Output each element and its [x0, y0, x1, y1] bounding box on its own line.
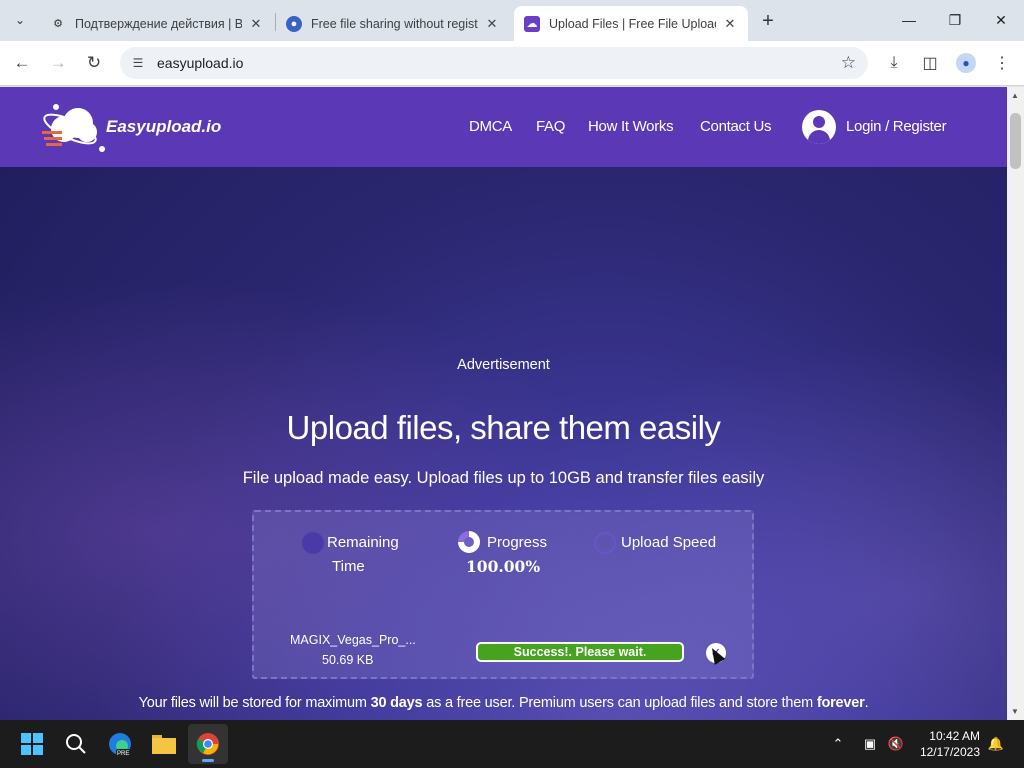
storage-days: 30 days — [370, 695, 423, 711]
download-icon[interactable]: ⤓ — [881, 50, 907, 76]
svg-text:PRE: PRE — [117, 751, 129, 757]
storage-note-text-2: as a free user. Premium users can upload… — [422, 695, 817, 711]
back-arrow-icon[interactable]: ← — [8, 49, 36, 77]
clock-time[interactable]: 10:42 AM — [910, 729, 980, 743]
address-bar[interactable]: ☰ easyupload.io ☆ — [120, 47, 868, 79]
browser-tab-strip: ⌄ ⚙ Подтверждение действия | BL ✕ ● Free… — [0, 0, 1024, 41]
storage-note-text: Your files will be stored for maximum — [138, 695, 371, 711]
minimize-icon[interactable]: — — [886, 0, 932, 40]
speed-gauge-icon — [594, 532, 616, 554]
search-icon[interactable] — [56, 724, 96, 764]
storage-forever: forever — [816, 695, 865, 711]
new-tab-plus-icon[interactable]: + — [756, 9, 780, 33]
chevron-up-icon[interactable]: ⌃ — [828, 734, 848, 754]
profile-avatar-icon[interactable]: ● — [953, 50, 979, 76]
user-avatar-icon[interactable] — [802, 110, 836, 144]
notification-bell-icon[interactable]: 🔔 — [986, 734, 1006, 754]
progress-value: 100.00% — [466, 557, 541, 576]
clock-icon — [302, 532, 324, 554]
site-header: Easyupload.io DMCA FAQ How It Works Cont… — [0, 87, 1007, 167]
restore-icon[interactable]: ❐ — [932, 0, 978, 40]
volume-muted-icon[interactable]: 🔇 — [886, 734, 906, 754]
side-panel-icon[interactable]: ◫ — [917, 50, 943, 76]
easyupload-favicon-icon: ☁ — [524, 15, 540, 32]
url-text[interactable]: easyupload.io — [157, 55, 243, 71]
active-app-indicator — [202, 759, 214, 762]
tool-favicon-icon: ⚙ — [53, 18, 63, 30]
site-settings-icon[interactable]: ☰ — [130, 55, 146, 71]
upload-status-bar: Success!. Please wait. — [476, 642, 684, 662]
bookmark-star-icon[interactable]: ☆ — [841, 53, 856, 73]
chrome-icon[interactable] — [188, 724, 228, 764]
advertisement-label: Advertisement — [457, 357, 550, 373]
start-icon[interactable] — [12, 724, 52, 764]
close-window-icon[interactable]: ✕ — [978, 0, 1024, 40]
tab-2[interactable]: ● Free file sharing without registr ✕ — [276, 6, 510, 41]
nav-how-it-works[interactable]: How It Works — [588, 118, 674, 135]
close-tab-icon[interactable]: ✕ — [484, 16, 500, 32]
tab-title: Free file sharing without registr — [311, 16, 478, 31]
logo-text[interactable]: Easyupload.io — [106, 117, 221, 137]
forward-arrow-icon[interactable]: → — [44, 49, 72, 77]
login-register-link[interactable]: Login / Register — [846, 118, 947, 135]
file-size: 50.69 KB — [322, 653, 374, 667]
close-tab-icon[interactable]: ✕ — [248, 16, 264, 32]
scroll-down-icon[interactable]: ▼ — [1011, 707, 1020, 716]
globe-favicon-icon: ● — [286, 15, 302, 32]
scroll-up-icon[interactable]: ▲ — [1011, 91, 1020, 100]
windows-taskbar: PRE ⌃ ▣ 🔇 10:42 AM 12/17/2023 🔔 — [0, 720, 1024, 768]
menu-kebab-icon[interactable]: ⋮ — [989, 50, 1015, 76]
tab-title: Подтверждение действия | BL — [75, 16, 242, 31]
nav-dmca[interactable]: DMCA — [469, 118, 512, 135]
nav-faq[interactable]: FAQ — [536, 118, 565, 135]
nav-contact-us[interactable]: Contact Us — [700, 118, 772, 135]
tab-title: Upload Files | Free File Upload — [549, 16, 716, 31]
page-title: Upload files, share them easily — [286, 409, 721, 446]
network-icon[interactable]: ▣ — [860, 734, 880, 754]
storage-note-end: . — [864, 695, 869, 711]
scroll-thumb[interactable] — [1010, 113, 1021, 169]
webpage: Easyupload.io DMCA FAQ How It Works Cont… — [0, 87, 1007, 720]
reload-icon[interactable]: ↻ — [80, 49, 108, 77]
tab-search-chevron-icon[interactable]: ⌄ — [8, 8, 32, 32]
close-tab-icon[interactable]: ✕ — [722, 16, 738, 32]
upload-speed-label: Upload Speed — [621, 534, 717, 551]
progress-label: Progress — [487, 534, 548, 551]
tab-3-active[interactable]: ☁ Upload Files | Free File Upload ✕ — [514, 6, 748, 41]
file-explorer-icon[interactable] — [144, 724, 184, 764]
file-name: MAGIX_Vegas_Pro_... — [290, 633, 416, 647]
storage-note: Your files will be stored for maximum 30… — [0, 695, 1007, 711]
tab-1[interactable]: ⚙ Подтверждение действия | BL ✕ — [40, 6, 274, 41]
remaining-label-2: Time — [332, 558, 365, 575]
progress-ring-icon — [458, 531, 480, 553]
page-scrollbar[interactable]: ▲ ▼ — [1007, 87, 1024, 720]
page-subtitle: File upload made easy. Upload files up t… — [242, 469, 765, 487]
clock-date[interactable]: 12/17/2023 — [910, 745, 980, 759]
edge-icon[interactable]: PRE — [100, 724, 140, 764]
browser-toolbar: ← → ↻ ☰ easyupload.io ☆ ⤓ ◫ ● ⋮ — [0, 41, 1024, 86]
remaining-label: Remaining — [327, 534, 399, 551]
easyupload-logo-icon[interactable] — [40, 99, 110, 155]
